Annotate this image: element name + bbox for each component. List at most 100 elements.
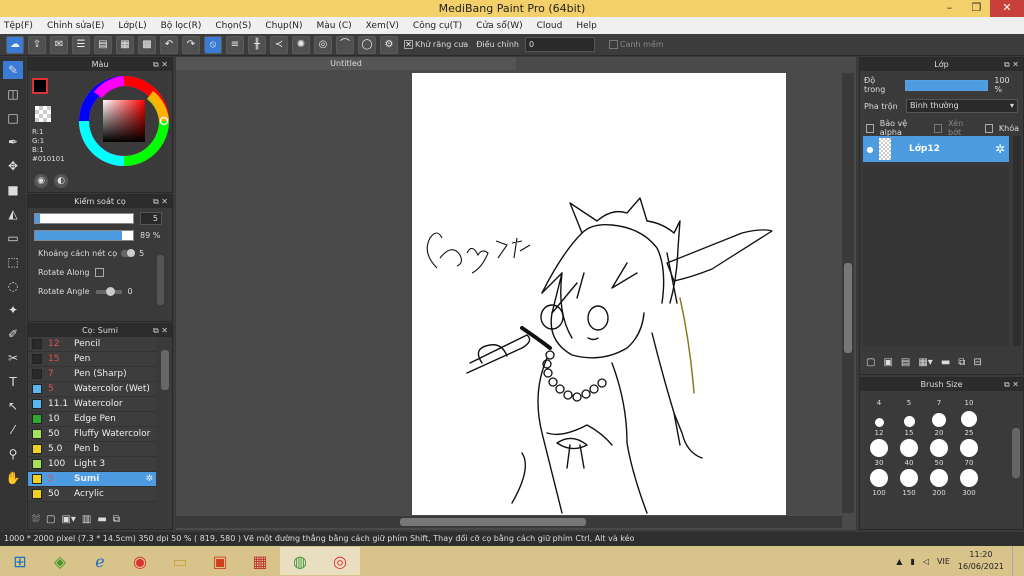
menu-cloud[interactable]: Cloud: [537, 21, 563, 31]
canvas-horizontal-scrollbar[interactable]: [176, 516, 842, 528]
layer-list-scrollbar[interactable]: [1013, 136, 1021, 346]
vertical-scroll-thumb[interactable]: [844, 263, 852, 353]
list-item[interactable]: 15 Pen: [28, 352, 156, 367]
menu-select[interactable]: Chọn(S): [215, 21, 251, 31]
panel-pin-icon[interactable]: ⧉ ✕: [153, 195, 168, 208]
redo-icon[interactable]: ↷: [182, 35, 200, 54]
antialias-toggle[interactable]: ✕ Khử răng cưa: [404, 40, 468, 49]
cloud-icon[interactable]: ☁: [6, 35, 24, 54]
opacity-slider[interactable]: [34, 230, 134, 241]
snap-settings-icon[interactable]: ⚙: [380, 35, 398, 54]
page-icon[interactable]: ▤: [94, 35, 112, 54]
layer-opacity-slider[interactable]: [904, 79, 989, 91]
snap-off-icon[interactable]: ⦸: [204, 35, 222, 54]
duplicate-brush-icon[interactable]: ⧉: [113, 514, 120, 525]
add-layer-dropdown-icon[interactable]: ▦▾: [918, 357, 932, 368]
divide-tool-icon[interactable]: ⁄: [3, 421, 23, 439]
maximize-button[interactable]: ❐: [963, 0, 990, 17]
office-icon[interactable]: ▣: [200, 547, 240, 575]
page-list-icon[interactable]: ▦: [116, 35, 134, 54]
vanish-snap-icon[interactable]: ≺: [270, 35, 288, 54]
horizontal-scroll-thumb[interactable]: [400, 518, 586, 526]
cross-snap-icon[interactable]: ╫: [248, 35, 266, 54]
size-preset[interactable]: 30: [864, 439, 894, 467]
size-preset[interactable]: 150: [894, 469, 924, 497]
medibang-taskbar-icon[interactable]: ◍: [280, 547, 320, 575]
medibang-pro-taskbar-icon[interactable]: ◎: [320, 547, 360, 575]
menu-view[interactable]: Xem(V): [366, 21, 399, 31]
list-item[interactable]: 5 Watercolor (Wet): [28, 382, 156, 397]
protect-alpha-checkbox[interactable]: [866, 123, 874, 133]
smooth-checkbox[interactable]: [608, 40, 618, 49]
new-brush-icon[interactable]: ▢: [46, 514, 55, 525]
new-layer-icon[interactable]: ▢: [866, 357, 875, 368]
brush-tool-icon[interactable]: ✎: [3, 61, 23, 79]
eraser-tool-icon[interactable]: ◫: [3, 85, 23, 103]
menu-snap[interactable]: Chụp(N): [265, 21, 302, 31]
add-brush-dropdown-icon[interactable]: ▣▾: [61, 514, 75, 525]
menu-file[interactable]: Tệp(F): [4, 21, 33, 31]
list-item[interactable]: 10 Edge Pen: [28, 412, 156, 427]
spacing-toggle[interactable]: [121, 249, 136, 257]
layer-folder-icon[interactable]: ▬: [941, 357, 950, 368]
size-preset[interactable]: 20: [924, 409, 954, 437]
size-value[interactable]: 5: [140, 212, 162, 225]
size-preset[interactable]: 100: [864, 469, 894, 497]
adjust-select[interactable]: 0: [524, 37, 595, 52]
list-item[interactable]: 50 Fluffy Watercolor: [28, 427, 156, 442]
antialias-checkbox[interactable]: ✕: [404, 40, 413, 49]
color-history-icon[interactable]: ◐: [54, 174, 68, 188]
layer-settings-gear-icon[interactable]: ✲: [995, 142, 1005, 156]
fill-rect-tool-icon[interactable]: ■: [3, 181, 23, 199]
document-tab[interactable]: Untitled: [176, 57, 516, 70]
size-preset[interactable]: 300: [954, 469, 984, 497]
clipping-checkbox[interactable]: [934, 123, 943, 133]
circle-snap-icon[interactable]: ◎: [314, 35, 332, 54]
blend-mode-select[interactable]: Bình thường ▾: [906, 99, 1018, 113]
close-button[interactable]: ✕: [990, 0, 1024, 17]
parallel-snap-icon[interactable]: ≡: [226, 35, 244, 54]
network-icon[interactable]: ▮: [910, 557, 914, 566]
lasso-tool-icon[interactable]: ◌: [3, 277, 23, 295]
new-halftone-layer-icon[interactable]: ▣: [883, 357, 892, 368]
pen-tool-icon[interactable]: ✒: [3, 133, 23, 151]
size-preset[interactable]: 40: [894, 439, 924, 467]
panel-pin-icon[interactable]: ⧉ ✕: [153, 58, 168, 71]
curve-snap-icon[interactable]: ⌒: [336, 35, 354, 54]
bluestacks-icon[interactable]: ◈: [40, 547, 80, 575]
size-preset[interactable]: 5: [894, 393, 924, 407]
size-preset[interactable]: 10: [954, 393, 984, 407]
select-eraser-tool-icon[interactable]: ✂: [3, 349, 23, 367]
duplicate-layer-icon[interactable]: ⧉: [958, 357, 965, 368]
select-tool-icon[interactable]: ⬚: [3, 253, 23, 271]
size-preset[interactable]: 200: [924, 469, 954, 497]
size-preset[interactable]: 15: [894, 409, 924, 437]
radial-snap-icon[interactable]: ✺: [292, 35, 310, 54]
foreground-color-swatch[interactable]: [32, 78, 48, 94]
brush-cloud-icon[interactable]: ⛆: [32, 514, 40, 525]
size-preset[interactable]: 12: [864, 409, 894, 437]
minimize-button[interactable]: –: [936, 0, 963, 17]
brush-folder-icon[interactable]: ▬: [97, 514, 106, 525]
ellipse-snap-icon[interactable]: ◯: [358, 35, 376, 54]
select-pen-tool-icon[interactable]: ✐: [3, 325, 23, 343]
transparent-swatch[interactable]: [35, 106, 51, 122]
list-item-selected[interactable]: 5 Sumi ✲: [28, 472, 156, 487]
layer-row-selected[interactable]: ● Lớp12 ✲: [863, 136, 1009, 162]
volume-icon[interactable]: ◁: [923, 557, 929, 566]
panel-pin-icon[interactable]: ⧉ ✕: [1004, 378, 1019, 391]
text-tool-icon[interactable]: T: [3, 373, 23, 391]
unikey-icon[interactable]: ▦: [240, 547, 280, 575]
color-palette-icon[interactable]: ◉: [34, 174, 48, 188]
bucket-tool-icon[interactable]: ◭: [3, 205, 23, 223]
visibility-eye-icon[interactable]: ●: [863, 145, 877, 154]
magic-wand-tool-icon[interactable]: ✦: [3, 301, 23, 319]
size-preset[interactable]: 4: [864, 393, 894, 407]
size-preset[interactable]: 7: [924, 393, 954, 407]
eyedropper-tool-icon[interactable]: ⚲: [3, 445, 23, 463]
merge-layer-icon[interactable]: ⊟: [973, 357, 981, 368]
comment-icon[interactable]: ✉: [50, 35, 68, 54]
internet-explorer-icon[interactable]: ℯ: [80, 547, 120, 575]
share-icon[interactable]: ⇪: [28, 35, 46, 54]
brush-list-scrollbar[interactable]: [161, 350, 169, 390]
